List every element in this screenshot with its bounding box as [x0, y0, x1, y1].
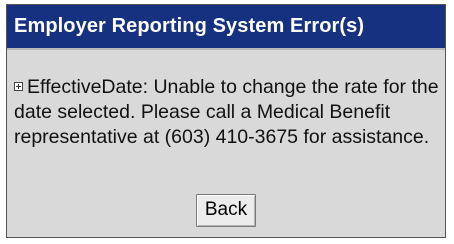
dialog-title: Employer Reporting System Error(s) [14, 15, 365, 37]
title-divider [7, 48, 445, 58]
error-field-label: EffectiveDate: [27, 76, 149, 98]
error-dialog: Employer Reporting System Error(s) Effec… [6, 4, 446, 238]
error-message: EffectiveDate: Unable to change the rate… [14, 75, 442, 150]
back-button[interactable]: Back [195, 194, 257, 227]
button-row: Back [7, 194, 445, 227]
expand-plus-icon[interactable] [14, 82, 23, 91]
dialog-title-bar: Employer Reporting System Error(s) [7, 5, 445, 48]
